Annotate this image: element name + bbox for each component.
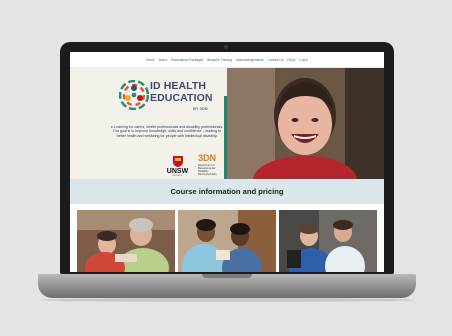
hero-photo bbox=[227, 68, 384, 179]
unsw-shield-icon bbox=[172, 156, 183, 167]
laptop-screen: Home About Subscription Packages Bespoke… bbox=[70, 52, 384, 272]
unsw-name: UNSW bbox=[166, 168, 189, 175]
course-cards bbox=[77, 210, 377, 272]
nav-subscription-packages[interactable]: Subscription Packages bbox=[171, 58, 203, 62]
laptop-lid: Home About Subscription Packages Bespoke… bbox=[60, 42, 394, 274]
course-section-header: Course information and pricing bbox=[70, 179, 384, 204]
nav-acknowledgements[interactable]: Acknowledgements bbox=[236, 58, 264, 62]
nav-bespoke-training[interactable]: Bespoke Training bbox=[207, 58, 232, 62]
hero-banner: ID HEALTH EDUCATION BY 3DN e-Learning fo… bbox=[70, 68, 384, 180]
nav-contact-us[interactable]: Contact Us bbox=[268, 58, 284, 62]
logo-line-2: EDUCATION bbox=[150, 91, 213, 104]
department-logo: 3DN Department of Developmental Disabili… bbox=[198, 153, 225, 177]
nav-home[interactable]: Home bbox=[146, 58, 155, 62]
hero-intro: ID HEALTH EDUCATION BY 3DN e-Learning fo… bbox=[70, 68, 227, 180]
laptop-hinge-notch bbox=[202, 274, 252, 278]
laptop-base bbox=[38, 274, 416, 298]
hero-tagline: e-Learning for carers, health profession… bbox=[110, 125, 224, 138]
hero-photo-illustration bbox=[227, 68, 384, 179]
top-navigation: Home About Subscription Packages Bespoke… bbox=[70, 52, 384, 68]
course-card-1[interactable] bbox=[77, 210, 175, 272]
unsw-subtitle: SYDNEY bbox=[172, 175, 183, 177]
webcam-icon bbox=[224, 45, 228, 49]
logo-line-1: ID HEALTH bbox=[150, 80, 207, 92]
course-card-3[interactable] bbox=[279, 210, 377, 272]
nav-faqs[interactable]: FAQs bbox=[287, 58, 295, 62]
department-logo-mark: 3DN bbox=[198, 153, 217, 163]
course-card-2[interactable] bbox=[178, 210, 276, 272]
department-name: Department of Developmental Disability N… bbox=[198, 164, 217, 176]
background: Home About Subscription Packages Bespoke… bbox=[0, 0, 452, 336]
site-logo-text[interactable]: ID HEALTH EDUCATION bbox=[150, 81, 213, 103]
logo-mark-icon bbox=[119, 80, 149, 110]
nav-about[interactable]: About bbox=[159, 58, 167, 62]
laptop-shadow bbox=[40, 298, 414, 302]
course-card-2-image bbox=[178, 210, 276, 272]
unsw-logo: UNSW SYDNEY bbox=[163, 156, 192, 177]
course-card-1-image bbox=[77, 210, 175, 272]
section-title: Course information and pricing bbox=[170, 187, 284, 196]
nav-log-in[interactable]: Log in bbox=[299, 58, 308, 62]
logo-byline: BY 3DN bbox=[193, 106, 208, 111]
course-card-3-image bbox=[279, 210, 377, 272]
